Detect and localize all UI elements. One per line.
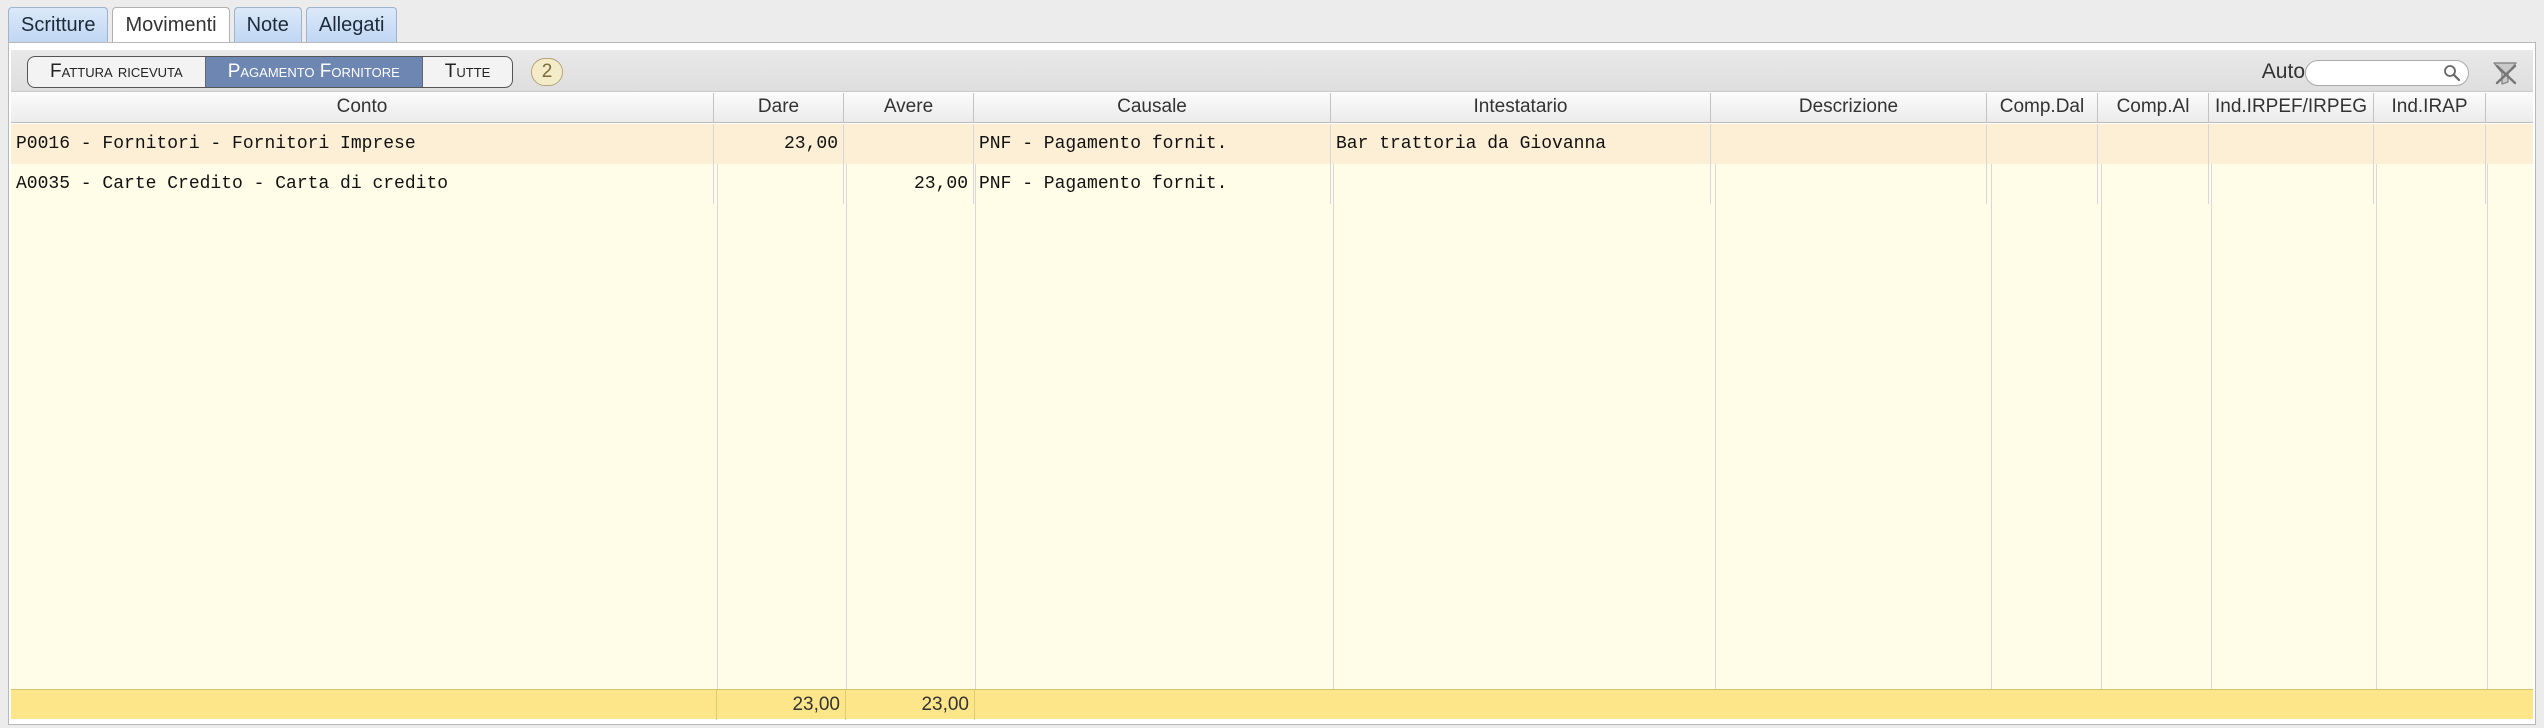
- tab-movimenti[interactable]: Movimenti: [112, 7, 230, 45]
- column-header-ind-irap[interactable]: Ind.IRAP: [2374, 93, 2486, 123]
- cell-ind-irpef-irpeg[interactable]: [2209, 124, 2374, 164]
- cell-descrizione[interactable]: [1711, 164, 1987, 204]
- column-divider: [2376, 124, 2377, 689]
- cell-conto[interactable]: P0016 - Fornitori - Fornitori Imprese: [11, 124, 714, 164]
- cell-causale[interactable]: PNF - Pagamento fornit.: [974, 124, 1331, 164]
- cell-comp-al[interactable]: [2098, 124, 2209, 164]
- cell-dare[interactable]: [714, 164, 844, 204]
- column-header-dare[interactable]: Dare: [714, 93, 844, 123]
- cell-intestatario[interactable]: [1331, 164, 1711, 204]
- cell-ind-irap[interactable]: [2374, 164, 2486, 204]
- filter-pagamento-fornitore-button[interactable]: Pagamento Fornitore: [205, 57, 423, 87]
- filter-toolbar: Fattura ricevuta Pagamento Fornitore Tut…: [11, 50, 2533, 92]
- cell-causale[interactable]: PNF - Pagamento fornit.: [974, 164, 1331, 204]
- column-divider: [975, 124, 976, 689]
- filter-segmented-control: Fattura ricevuta Pagamento Fornitore Tut…: [27, 56, 514, 88]
- movimenti-grid: Conto Dare Avere Causale Intestatario De…: [11, 93, 2533, 723]
- tab-bar: Scritture Movimenti Note Allegati: [8, 7, 398, 45]
- column-divider: [2211, 124, 2212, 689]
- movimenti-panel: Fattura ricevuta Pagamento Fornitore Tut…: [8, 42, 2536, 725]
- column-header-comp-al[interactable]: Comp.Al: [2098, 93, 2209, 123]
- table-row[interactable]: A0035 - Carte Credito - Carta di credito…: [11, 164, 2533, 204]
- column-divider: [717, 124, 718, 689]
- cell-comp-al[interactable]: [2098, 164, 2209, 204]
- column-divider: [1991, 124, 1992, 689]
- cell-intestatario[interactable]: Bar trattoria da Giovanna: [1331, 124, 1711, 164]
- totals-row: 23,00 23,00: [11, 689, 2533, 720]
- clear-filter-icon[interactable]: [2491, 59, 2519, 87]
- column-divider: [846, 124, 847, 689]
- total-avere: 23,00: [846, 690, 975, 720]
- column-header-descrizione[interactable]: Descrizione: [1711, 93, 1987, 123]
- table-row[interactable]: P0016 - Fornitori - Fornitori Imprese 23…: [11, 124, 2533, 164]
- auto-label: Auto: [2261, 60, 2305, 83]
- tab-scritture[interactable]: Scritture: [8, 7, 109, 43]
- search-icon[interactable]: [2443, 64, 2461, 82]
- column-header-ind-irpef-irpeg[interactable]: Ind.IRPEF/IRPEG: [2209, 93, 2374, 123]
- column-header-causale[interactable]: Causale: [974, 93, 1331, 123]
- column-divider: [1715, 124, 1716, 689]
- tab-allegati[interactable]: Allegati: [305, 7, 398, 43]
- filter-fattura-ricevuta-button[interactable]: Fattura ricevuta: [28, 57, 206, 87]
- column-header-conto[interactable]: Conto: [11, 93, 714, 123]
- cell-conto[interactable]: A0035 - Carte Credito - Carta di credito: [11, 164, 714, 204]
- column-header-comp-dal[interactable]: Comp.Dal: [1987, 93, 2098, 123]
- cell-ind-irpef-irpeg[interactable]: [2209, 164, 2374, 204]
- tab-note[interactable]: Note: [233, 7, 302, 43]
- totals-label-cell: [11, 690, 717, 720]
- cell-avere[interactable]: [844, 124, 974, 164]
- cell-comp-dal[interactable]: [1987, 164, 2098, 204]
- cell-descrizione[interactable]: [1711, 124, 1987, 164]
- column-header-avere[interactable]: Avere: [844, 93, 974, 123]
- cell-comp-dal[interactable]: [1987, 124, 2098, 164]
- grid-header: Conto Dare Avere Causale Intestatario De…: [11, 93, 2533, 123]
- column-divider: [1333, 124, 1334, 689]
- cell-dare[interactable]: 23,00: [714, 124, 844, 164]
- column-divider: [2101, 124, 2102, 689]
- total-dare: 23,00: [717, 690, 846, 720]
- grid-body: P0016 - Fornitori - Fornitori Imprese 23…: [11, 124, 2533, 689]
- record-count-badge: 2: [531, 58, 563, 86]
- column-divider: [2487, 124, 2488, 689]
- filter-tutte-button[interactable]: Tutte: [423, 57, 513, 87]
- cell-ind-irap[interactable]: [2374, 124, 2486, 164]
- cell-avere[interactable]: 23,00: [844, 164, 974, 204]
- column-header-intestatario[interactable]: Intestatario: [1331, 93, 1711, 123]
